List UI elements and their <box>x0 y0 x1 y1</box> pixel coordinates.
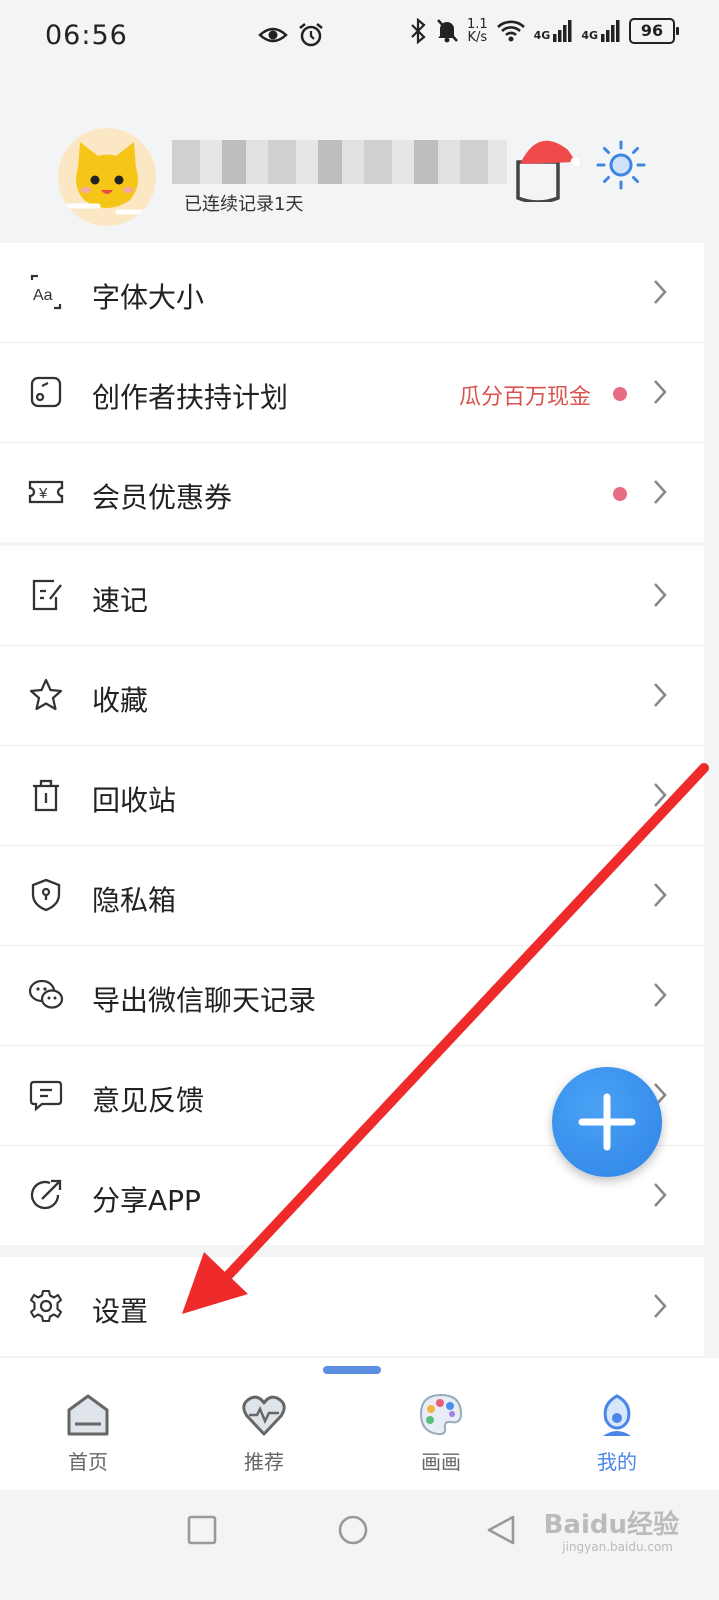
tab-home[interactable]: 首页 <box>38 1392 138 1475</box>
add-note-button[interactable] <box>552 1067 662 1177</box>
heart-pulse-icon <box>242 1395 286 1436</box>
watermark-url: jingyan.baidu.com <box>562 1540 673 1554</box>
menu-item-creator-program[interactable]: 创作者扶持计划 瓜分百万现金 <box>0 343 704 443</box>
bluetooth-icon <box>411 18 426 44</box>
chevron-right-icon <box>654 783 667 807</box>
bottom-tab-bar: 首页 推荐 画画 我的 <box>0 1358 719 1490</box>
feedback-icon <box>29 1080 63 1112</box>
eye-icon <box>258 27 288 43</box>
chevron-right-icon <box>654 1183 667 1207</box>
cat-avatar-icon <box>65 142 151 215</box>
tab-label: 推荐 <box>244 1450 284 1474</box>
menu-group-settings: 设置 <box>0 1257 704 1356</box>
tab-draw[interactable]: 画画 <box>391 1392 491 1475</box>
star-icon <box>29 678 63 711</box>
share-icon <box>30 1179 62 1210</box>
shield-icon <box>31 878 61 912</box>
tab-label: 首页 <box>68 1450 108 1474</box>
signal-2-label: 4G <box>581 29 598 42</box>
signal-bars-icon <box>601 20 620 42</box>
checkin-icon[interactable] <box>512 132 582 202</box>
mute-bell-icon <box>437 19 458 43</box>
streak-text: 已连续记录1天 <box>184 194 304 215</box>
signal-1-label: 4G <box>533 29 551 42</box>
menu-item-settings[interactable]: 设置 <box>0 1257 704 1356</box>
signal-2: 4G <box>581 20 621 42</box>
menu-group-account: Aa 字体大小 创作者扶持计划 瓜分百万现金 ¥ 会员优惠券 <box>0 243 704 542</box>
notification-dot <box>613 487 627 501</box>
menu-label: 字体大小 <box>92 281 205 314</box>
palette-icon <box>419 1393 463 1436</box>
notification-dot <box>613 387 627 401</box>
username-redacted <box>172 140 507 184</box>
tab-mine[interactable]: 我的 <box>567 1392 667 1475</box>
menu-item-font-size[interactable]: Aa 字体大小 <box>0 243 704 343</box>
clock: 06:56 <box>45 20 128 51</box>
signal-bars-icon <box>553 20 572 42</box>
chevron-right-icon <box>654 983 667 1007</box>
battery-indicator: 96 <box>629 18 679 44</box>
home-icon <box>67 1394 109 1436</box>
svg-text:Aa: Aa <box>33 287 53 304</box>
trash-icon <box>33 779 59 812</box>
plus-icon <box>578 1093 636 1151</box>
menu-item-coupons[interactable]: ¥ 会员优惠券 <box>0 443 704 542</box>
chevron-right-icon <box>654 280 667 304</box>
svg-text:¥: ¥ <box>38 485 48 502</box>
menu-label: 回收站 <box>92 784 177 817</box>
chevron-right-icon <box>654 883 667 907</box>
menu-item-private-box[interactable]: 隐私箱 <box>0 846 704 946</box>
menu-item-export-wechat[interactable]: 导出微信聊天记录 <box>0 946 704 1046</box>
wechat-icon <box>28 979 64 1009</box>
avatar[interactable] <box>58 128 156 226</box>
system-nav-bar: Baidu经验 jingyan.baidu.com <box>0 1490 719 1600</box>
recent-apps-icon[interactable] <box>187 1515 217 1545</box>
status-bar: 06:56 1.1 K/s 4G 4G 96 <box>0 0 719 76</box>
menu-label: 隐私箱 <box>92 884 177 917</box>
promo-text: 瓜分百万现金 <box>458 385 591 410</box>
menu-label: 设置 <box>92 1295 149 1328</box>
profile-header: 已连续记录1天 <box>0 110 719 240</box>
tab-label: 画画 <box>421 1450 461 1474</box>
watermark-brand: Baidu经验 <box>543 1510 679 1540</box>
tab-label: 我的 <box>597 1450 637 1474</box>
menu-item-recycle-bin[interactable]: 回收站 <box>0 746 704 846</box>
home-circle-icon[interactable] <box>337 1514 369 1546</box>
menu-item-quick-note[interactable]: 速记 <box>0 546 704 646</box>
net-speed-unit: K/s <box>467 30 488 45</box>
gear-icon <box>29 1289 63 1323</box>
creator-icon <box>30 376 62 408</box>
wifi-icon <box>496 20 525 42</box>
chevron-right-icon <box>654 1294 667 1318</box>
signal-1: 4G <box>534 20 574 42</box>
profile-icon <box>603 1394 631 1436</box>
quick-note-icon <box>32 579 62 611</box>
back-triangle-icon[interactable] <box>486 1514 516 1546</box>
drag-handle[interactable] <box>323 1366 381 1374</box>
tab-recommend[interactable]: 推荐 <box>214 1392 314 1475</box>
coupon-icon: ¥ <box>28 480 64 504</box>
chevron-right-icon <box>654 380 667 404</box>
menu-label: 收藏 <box>92 684 149 717</box>
menu-item-favorites[interactable]: 收藏 <box>0 646 704 746</box>
chevron-right-icon <box>654 480 667 504</box>
menu-label: 意见反馈 <box>92 1084 205 1117</box>
theme-toggle-icon[interactable] <box>596 140 646 190</box>
menu-label: 速记 <box>92 584 149 617</box>
chevron-right-icon <box>654 683 667 707</box>
alarm-icon <box>299 23 323 47</box>
menu-label: 导出微信聊天记录 <box>92 984 317 1017</box>
chevron-right-icon <box>654 583 667 607</box>
menu-label: 会员优惠券 <box>92 481 233 514</box>
font-size-icon: Aa <box>30 274 62 310</box>
menu-label: 创作者扶持计划 <box>92 381 289 414</box>
menu-label: 分享APP <box>92 1184 201 1217</box>
